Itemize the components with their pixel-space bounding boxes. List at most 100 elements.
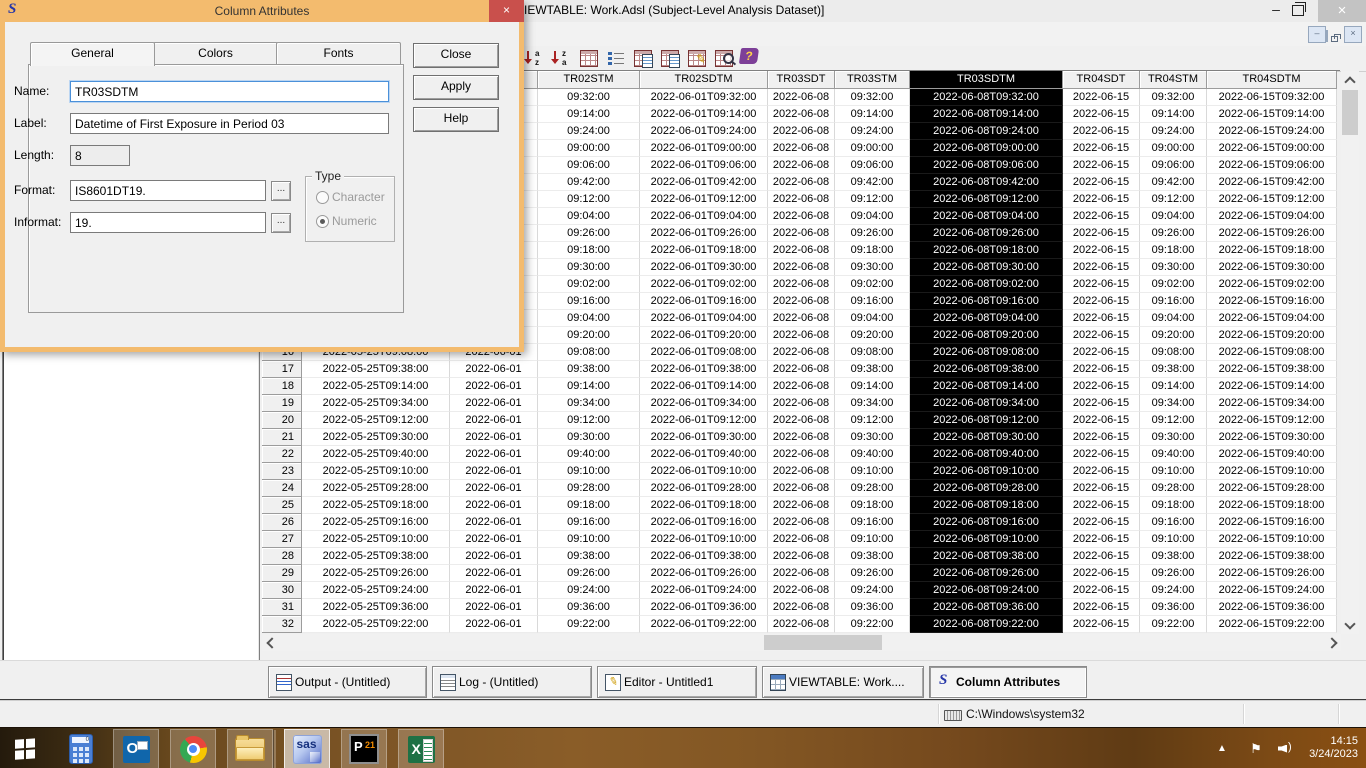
table-cell[interactable]: 2022-06-15	[1063, 89, 1140, 106]
table-cell[interactable]: 2022-06-08	[768, 123, 835, 140]
table-cell[interactable]: 2022-06-01	[450, 497, 538, 514]
table-cell[interactable]: 09:24:00	[538, 123, 640, 140]
table-cell[interactable]: 09:14:00	[1140, 106, 1207, 123]
table-cell[interactable]: 09:16:00	[835, 514, 910, 531]
table-cell[interactable]: 2022-06-08	[768, 395, 835, 412]
table-cell[interactable]: 2022-06-15	[1063, 514, 1140, 531]
table-cell[interactable]: 09:10:00	[538, 531, 640, 548]
table-cell[interactable]: 09:16:00	[538, 514, 640, 531]
table-cell[interactable]: 2022-06-15T09:30:00	[1207, 259, 1337, 276]
table-cell[interactable]: 2022-06-01T09:10:00	[640, 463, 768, 480]
window-bar-button-column-attributes[interactable]: S Column Attributes	[929, 666, 1087, 698]
table-cell[interactable]: 2022-06-08	[768, 497, 835, 514]
row-number[interactable]: 28	[262, 548, 302, 565]
apply-button[interactable]: Apply	[413, 75, 499, 100]
table-cell[interactable]: 2022-06-01T09:32:00	[640, 89, 768, 106]
table-cell[interactable]: 2022-06-01	[450, 531, 538, 548]
table-cell[interactable]: 2022-06-15T09:36:00	[1207, 599, 1337, 616]
column-header-tr03sdtm[interactable]: TR03SDTM	[910, 71, 1063, 89]
table-cell[interactable]: 2022-06-01T09:34:00	[640, 395, 768, 412]
table-cell[interactable]: 2022-06-15	[1063, 293, 1140, 310]
table-cell[interactable]: 09:38:00	[835, 548, 910, 565]
table-cell[interactable]: 2022-06-01	[450, 395, 538, 412]
table-cell[interactable]: 09:10:00	[1140, 463, 1207, 480]
table-cell[interactable]: 2022-06-08	[768, 446, 835, 463]
tray-show-hidden[interactable]: ▲	[1212, 728, 1232, 768]
taskbar-chrome[interactable]	[170, 729, 216, 768]
start-button[interactable]	[2, 729, 48, 768]
tab-colors[interactable]: Colors	[153, 42, 278, 65]
column-header-tr02sdtm[interactable]: TR02SDTM	[640, 71, 768, 89]
table-cell[interactable]: 2022-06-01T09:16:00	[640, 293, 768, 310]
table-cell[interactable]: 2022-06-15	[1063, 276, 1140, 293]
table-cell[interactable]: 09:02:00	[1140, 276, 1207, 293]
table-cell[interactable]: 09:40:00	[1140, 446, 1207, 463]
tab-fonts[interactable]: Fonts	[276, 42, 401, 65]
table-cell[interactable]: 09:08:00	[835, 344, 910, 361]
row-number[interactable]: 22	[262, 446, 302, 463]
dialog-close-button[interactable]: ×	[489, 0, 524, 22]
table-cell[interactable]: 2022-06-01	[450, 378, 538, 395]
close-button[interactable]: ×	[1318, 0, 1366, 22]
table-cell[interactable]: 2022-06-01T09:16:00	[640, 514, 768, 531]
table-cell[interactable]: 2022-06-08T09:16:00	[910, 514, 1063, 531]
table-cell[interactable]: 2022-06-15T09:26:00	[1207, 225, 1337, 242]
table-cell[interactable]: 2022-06-01T09:42:00	[640, 174, 768, 191]
table-cell[interactable]: 2022-06-01	[450, 582, 538, 599]
table-cell[interactable]: 2022-06-15	[1063, 191, 1140, 208]
taskbar-calculator[interactable]	[58, 729, 104, 768]
table-cell[interactable]: 2022-05-25T09:16:00	[302, 514, 450, 531]
horizontal-scroll-thumb[interactable]	[764, 635, 882, 650]
table-cell[interactable]: 2022-06-15T09:34:00	[1207, 395, 1337, 412]
row-number[interactable]: 20	[262, 412, 302, 429]
table-cell[interactable]: 2022-05-25T09:28:00	[302, 480, 450, 497]
table-cell[interactable]: 2022-06-01T09:30:00	[640, 259, 768, 276]
table-cell[interactable]: 09:26:00	[538, 565, 640, 582]
table-cell[interactable]: 2022-06-08T09:42:00	[910, 174, 1063, 191]
paste-table-icon[interactable]	[659, 48, 683, 68]
table-cell[interactable]: 2022-05-25T09:38:00	[302, 361, 450, 378]
row-number[interactable]: 25	[262, 497, 302, 514]
table-cell[interactable]: 2022-06-01T09:24:00	[640, 582, 768, 599]
table-cell[interactable]: 09:26:00	[835, 225, 910, 242]
table-cell[interactable]: 2022-06-15	[1063, 565, 1140, 582]
row-number[interactable]: 23	[262, 463, 302, 480]
table-cell[interactable]: 2022-06-08T09:14:00	[910, 378, 1063, 395]
table-cell[interactable]: 2022-06-15T09:38:00	[1207, 548, 1337, 565]
table-cell[interactable]: 2022-06-08T09:30:00	[910, 259, 1063, 276]
table-cell[interactable]: 09:28:00	[1140, 480, 1207, 497]
table-cell[interactable]: 2022-06-08	[768, 429, 835, 446]
table-cell[interactable]: 2022-05-25T09:38:00	[302, 548, 450, 565]
table-cell[interactable]: 09:32:00	[538, 89, 640, 106]
table-cell[interactable]: 2022-06-15	[1063, 174, 1140, 191]
table-cell[interactable]: 2022-06-08T09:40:00	[910, 446, 1063, 463]
table-cell[interactable]: 2022-06-15T09:30:00	[1207, 429, 1337, 446]
table-cell[interactable]: 09:04:00	[1140, 310, 1207, 327]
table-cell[interactable]: 2022-06-15T09:12:00	[1207, 191, 1337, 208]
table-cell[interactable]: 09:34:00	[1140, 395, 1207, 412]
table-cell[interactable]: 2022-06-08	[768, 191, 835, 208]
row-number[interactable]: 26	[262, 514, 302, 531]
table-cell[interactable]: 09:32:00	[835, 89, 910, 106]
table-cell[interactable]: 09:16:00	[1140, 514, 1207, 531]
table-cell[interactable]: 2022-05-25T09:14:00	[302, 378, 450, 395]
table-cell[interactable]: 09:16:00	[835, 293, 910, 310]
table-cell[interactable]: 09:14:00	[538, 378, 640, 395]
table-cell[interactable]: 2022-06-08T09:14:00	[910, 106, 1063, 123]
table-cell[interactable]: 2022-06-15	[1063, 497, 1140, 514]
table-cell[interactable]: 2022-06-01T09:20:00	[640, 327, 768, 344]
edit-table-icon[interactable]: ✎	[686, 48, 710, 68]
table-cell[interactable]: 2022-06-01T09:38:00	[640, 548, 768, 565]
table-cell[interactable]: 2022-06-15	[1063, 582, 1140, 599]
scroll-up-button[interactable]	[1341, 71, 1359, 89]
table-cell[interactable]: 09:16:00	[538, 293, 640, 310]
table-cell[interactable]: 09:28:00	[538, 480, 640, 497]
table-cell[interactable]: 2022-06-08T09:38:00	[910, 361, 1063, 378]
table-cell[interactable]: 09:06:00	[835, 157, 910, 174]
table-cell[interactable]: 2022-06-08T09:20:00	[910, 327, 1063, 344]
table-cell[interactable]: 09:10:00	[1140, 531, 1207, 548]
table-cell[interactable]: 2022-06-08T09:06:00	[910, 157, 1063, 174]
table-cell[interactable]: 09:40:00	[835, 446, 910, 463]
table-cell[interactable]: 2022-06-15T09:40:00	[1207, 446, 1337, 463]
window-bar-button-log-untitled[interactable]: Log - (Untitled)	[432, 666, 592, 698]
